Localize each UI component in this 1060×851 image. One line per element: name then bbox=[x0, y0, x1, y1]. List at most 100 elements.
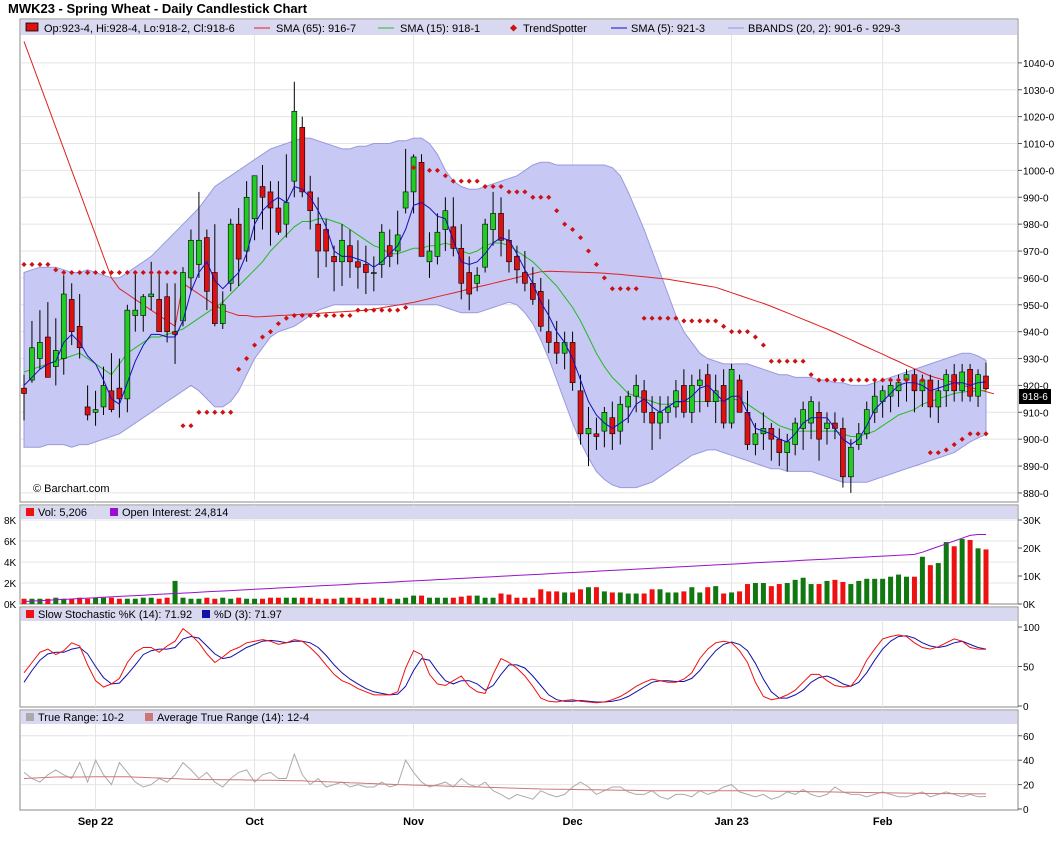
chart-title: MWK23 - Spring Wheat - Daily Candlestick… bbox=[8, 1, 308, 16]
candle-body bbox=[347, 245, 353, 263]
volume-bar bbox=[331, 598, 337, 604]
candle-body bbox=[283, 202, 290, 225]
volume-bar bbox=[665, 592, 671, 604]
candle-body bbox=[84, 406, 91, 416]
candle-body bbox=[784, 441, 791, 453]
oi-tick-label: 30K bbox=[1023, 516, 1041, 527]
volume-bar bbox=[506, 594, 512, 604]
price-tick-label: 900-0 bbox=[1023, 435, 1049, 446]
candle-body bbox=[617, 403, 624, 432]
volume-bar bbox=[283, 597, 289, 604]
candle-body bbox=[410, 156, 417, 193]
trendspotter-legend: TrendSpotter bbox=[523, 23, 587, 35]
volume-bar bbox=[641, 593, 647, 604]
stochastic-tick-label: 50 bbox=[1023, 663, 1035, 674]
candle-body bbox=[458, 248, 465, 284]
volume-bar bbox=[156, 598, 162, 604]
stoch-k-legend-swatch bbox=[26, 610, 34, 618]
x-axis-date-label: Feb bbox=[873, 816, 893, 828]
volume-bar bbox=[649, 589, 655, 604]
volume-bar bbox=[355, 597, 361, 604]
candle-body bbox=[363, 264, 369, 273]
candle-body bbox=[466, 272, 473, 295]
candle-body bbox=[402, 191, 409, 209]
volume-bar bbox=[339, 597, 345, 604]
candle-body bbox=[53, 350, 59, 367]
volume-bar bbox=[514, 597, 520, 604]
candle-body bbox=[704, 374, 711, 402]
x-axis-date-label: Nov bbox=[403, 816, 425, 828]
volume-tick-label: 8K bbox=[4, 516, 17, 527]
candle-body bbox=[339, 239, 345, 263]
volume-bar bbox=[609, 592, 615, 604]
candle-body bbox=[545, 331, 552, 343]
volume-bar bbox=[395, 598, 401, 604]
volume-bar bbox=[585, 587, 591, 604]
volume-bar bbox=[379, 597, 385, 604]
volume-bar bbox=[140, 597, 146, 604]
volume-bar bbox=[935, 563, 941, 604]
candle-body bbox=[673, 390, 679, 408]
volume-bar bbox=[546, 591, 552, 604]
candle-body bbox=[625, 395, 632, 408]
stoch-k-legend: Slow Stochastic %K (14): 71.92 bbox=[38, 609, 192, 621]
volume-bar bbox=[911, 576, 917, 604]
volume-bar bbox=[713, 586, 719, 604]
candle-body bbox=[633, 385, 639, 397]
ohlc-legend-swatch bbox=[25, 22, 39, 32]
price-tick-label: 930-0 bbox=[1023, 355, 1049, 366]
volume-bar bbox=[387, 598, 393, 604]
volume-bar bbox=[212, 598, 218, 604]
volume-bar bbox=[593, 587, 599, 604]
volume-bar bbox=[172, 580, 178, 604]
volume-bar bbox=[371, 597, 377, 604]
price-tick-label: 890-0 bbox=[1023, 462, 1049, 473]
volume-bar bbox=[37, 598, 43, 604]
volume-bar bbox=[307, 597, 313, 604]
candle-body bbox=[21, 387, 27, 394]
volume-bar bbox=[697, 592, 703, 604]
volume-bar bbox=[959, 538, 965, 604]
candle-body bbox=[848, 446, 854, 478]
open-interest-legend-swatch bbox=[110, 508, 118, 516]
x-axis-date-label: Dec bbox=[562, 816, 582, 828]
volume-bar bbox=[45, 598, 51, 604]
price-tick-label: 880-0 bbox=[1023, 489, 1049, 500]
volume-bar bbox=[252, 598, 258, 604]
volume-bar bbox=[275, 597, 281, 604]
candle-body bbox=[498, 213, 504, 241]
volume-tick-label: 6K bbox=[4, 537, 17, 548]
candle-body bbox=[60, 293, 67, 359]
volume-bar bbox=[204, 597, 210, 604]
volume-bar bbox=[466, 595, 472, 604]
candle-body bbox=[418, 162, 425, 257]
price-tick-label: 940-0 bbox=[1023, 328, 1049, 339]
candle-body bbox=[291, 110, 298, 182]
candle-body bbox=[720, 385, 727, 424]
candle-body bbox=[696, 379, 703, 386]
volume-bar bbox=[864, 578, 870, 604]
volume-bar bbox=[601, 591, 607, 604]
candle-body bbox=[490, 213, 496, 230]
candle-body bbox=[744, 412, 751, 445]
candle-body bbox=[482, 223, 488, 268]
candle-body bbox=[967, 368, 973, 397]
volume-bar bbox=[53, 597, 59, 604]
volume-legend-swatch bbox=[26, 508, 34, 516]
volume-bar bbox=[164, 597, 170, 604]
candle-body bbox=[752, 433, 759, 445]
stoch-d-legend: %D (3): 71.97 bbox=[214, 609, 282, 621]
candle-body bbox=[164, 296, 170, 332]
candle-body bbox=[816, 412, 822, 440]
bbands-legend: BBANDS (20, 2): 901-6 - 929-3 bbox=[748, 23, 900, 35]
volume-bar bbox=[148, 597, 154, 604]
candle-body bbox=[577, 390, 584, 435]
volume-bar bbox=[729, 592, 735, 604]
candle-body bbox=[553, 342, 560, 354]
candle-body bbox=[243, 196, 250, 252]
volume-bar bbox=[888, 576, 894, 604]
volume-bar bbox=[689, 587, 695, 604]
candle-body bbox=[219, 304, 226, 324]
volume-tick-label: 4K bbox=[4, 558, 17, 569]
candle-body bbox=[267, 191, 274, 209]
